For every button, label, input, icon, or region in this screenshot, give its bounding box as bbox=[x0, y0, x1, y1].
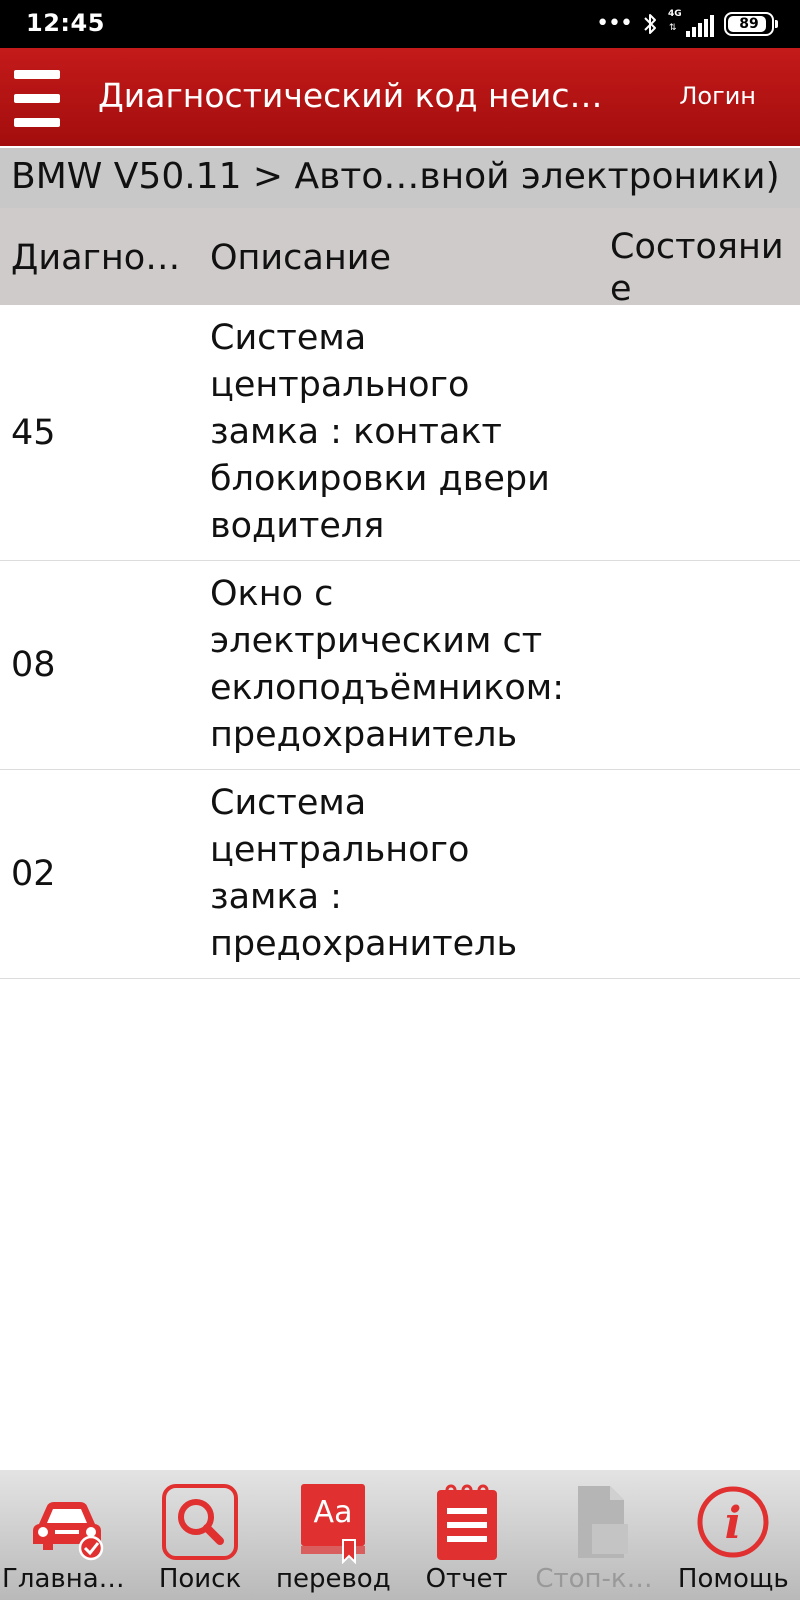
menu-button[interactable] bbox=[14, 70, 60, 128]
more-notifications-icon: ••• bbox=[596, 11, 633, 36]
nav-freeze-frame-button[interactable]: Стоп-ка... bbox=[533, 1470, 667, 1600]
bottom-nav: Главная... Поиск Aa перевод Отчет Стоп-к… bbox=[0, 1470, 800, 1600]
dtc-description: Окно с электрическим ст еклоподъёмником:… bbox=[210, 574, 564, 755]
breadcrumb: BMW V50.11 > Авто…вной электроники) bbox=[0, 148, 800, 208]
data-arrows-icon: ⇅ bbox=[669, 23, 677, 33]
status-bar: 12:45 ••• 4G ⇅ 89 bbox=[0, 0, 800, 48]
help-info-icon: i bbox=[697, 1486, 769, 1558]
translate-book-icon: Aa bbox=[301, 1484, 366, 1564]
nav-help-button[interactable]: i Помощь bbox=[667, 1470, 800, 1600]
hamburger-icon bbox=[14, 70, 60, 79]
dtc-description: Система центрального замка : предохранит… bbox=[210, 783, 518, 964]
status-icons: ••• 4G ⇅ 89 bbox=[596, 8, 778, 40]
search-icon bbox=[161, 1484, 238, 1560]
report-notepad-icon bbox=[436, 1484, 497, 1560]
nav-search-label: Поиск bbox=[158, 1564, 242, 1594]
nav-translate-label: перевод bbox=[275, 1564, 391, 1594]
translate-icon-text: Aa bbox=[314, 1495, 353, 1530]
app-bar: Диагностический код неисправности Логин bbox=[0, 48, 800, 146]
page-title: Диагностический код неисправности bbox=[98, 76, 618, 115]
signal-icon: 4G ⇅ bbox=[668, 9, 714, 39]
dtc-code: 02 bbox=[11, 854, 56, 894]
table-row[interactable]: 45 Система центрального замка : контакт … bbox=[0, 305, 800, 561]
nav-home-button[interactable]: Главная... bbox=[0, 1470, 133, 1600]
nav-freeze-frame-label: Стоп-ка... bbox=[535, 1564, 667, 1594]
column-header-state: Состояние bbox=[610, 227, 784, 305]
dtc-code: 45 bbox=[11, 412, 56, 453]
car-check-icon bbox=[32, 1502, 103, 1561]
nav-search-button[interactable]: Поиск bbox=[133, 1470, 266, 1600]
nav-report-button[interactable]: Отчет bbox=[400, 1470, 533, 1600]
help-icon-text: i bbox=[725, 1498, 742, 1549]
dtc-code: 08 bbox=[11, 645, 56, 685]
nav-help-label: Помощь bbox=[677, 1564, 789, 1594]
table-header: Диагно… Описание Состояние bbox=[0, 208, 800, 305]
nav-home-label: Главная... bbox=[2, 1564, 134, 1594]
nav-report-label: Отчет bbox=[425, 1564, 508, 1594]
dtc-table: 45 Система центрального замка : контакт … bbox=[0, 305, 800, 979]
bluetooth-icon bbox=[644, 14, 656, 34]
battery-icon: 89 bbox=[724, 12, 778, 36]
battery-level: 89 bbox=[739, 16, 759, 32]
freeze-frame-document-icon bbox=[577, 1486, 628, 1558]
column-header-description: Описание bbox=[210, 238, 392, 278]
column-header-code: Диагно… bbox=[11, 238, 181, 278]
network-type: 4G bbox=[668, 9, 682, 19]
signal-bars bbox=[686, 15, 714, 37]
table-row[interactable]: 02 Система центрального замка : предохра… bbox=[0, 770, 800, 979]
status-time: 12:45 bbox=[26, 9, 105, 37]
dtc-description: Система центрального замка : контакт бло… bbox=[210, 318, 550, 546]
login-button[interactable]: Логин bbox=[679, 82, 756, 110]
nav-translate-button[interactable]: Aa перевод bbox=[267, 1470, 400, 1600]
table-row[interactable]: 08 Окно с электрическим ст еклоподъёмник… bbox=[0, 561, 800, 770]
